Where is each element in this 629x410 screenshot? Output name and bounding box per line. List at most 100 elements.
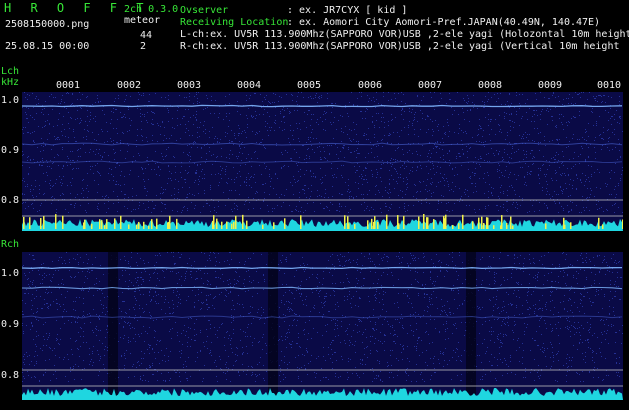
meteor-spike — [148, 225, 150, 229]
meteor-spike — [622, 219, 623, 229]
meteor-label: meteor — [124, 15, 161, 26]
meteor-spike — [101, 220, 103, 229]
meteor-spike — [427, 217, 429, 229]
lch-y-label-1.0: 1.0 — [1, 95, 20, 106]
meteor-spike — [386, 214, 388, 229]
time-label: 0002 — [117, 80, 142, 91]
meteor-spike — [423, 214, 425, 229]
time-label: 0009 — [538, 80, 563, 91]
filename-label: 2508150000.png — [5, 19, 90, 30]
observer-value: : ex. JR7CYX [ kid ] — [287, 5, 408, 16]
meteor-spike — [493, 225, 495, 229]
meteor-spike — [156, 218, 158, 229]
time-label: 0007 — [418, 80, 443, 91]
meteor-spike — [43, 216, 45, 229]
meteor-spike — [62, 215, 64, 229]
meteor-spike — [167, 222, 169, 229]
meteor-spike — [114, 218, 116, 229]
meteor-spike — [418, 216, 420, 229]
rch-y-label-0.9: 0.9 — [1, 319, 20, 330]
meteor-spike — [233, 222, 235, 229]
carrier-trace — [22, 266, 623, 270]
meteor-spike — [602, 224, 604, 229]
meteor-spike — [284, 218, 286, 229]
meteor-spike — [506, 222, 508, 229]
meteor-spike — [246, 220, 248, 229]
meteor-spike — [354, 224, 356, 229]
meteor-spike — [176, 218, 178, 229]
meteor-spike — [478, 217, 480, 229]
meteor-spike — [458, 223, 460, 229]
meteor-spike — [487, 217, 489, 229]
time-label: 0006 — [358, 80, 383, 91]
meteor-spike — [226, 221, 228, 229]
meteor-spike — [151, 219, 153, 229]
meteor-spike — [483, 223, 485, 229]
lch-y-label-0.8: 0.8 — [1, 195, 20, 206]
meteor-spike — [143, 221, 145, 229]
meteor-spike — [29, 217, 31, 229]
time-label: 0001 — [56, 80, 81, 91]
rch-spectrogram-canvas — [22, 252, 623, 400]
meteor-spike — [212, 220, 214, 229]
rch-info: R-ch:ex. UV5R 113.900Mhz(SAPPORO VOR)USB… — [180, 41, 620, 52]
meteor-spike — [231, 223, 233, 229]
datetime-label: 25.08.15 00:00 — [5, 41, 90, 52]
meteor-spike — [510, 220, 512, 229]
meteor-spike — [472, 221, 474, 229]
location-value: : ex. Aomori City Aomori-Pref.JAPAN(40.4… — [287, 17, 601, 28]
location-label: Receiving Location — [180, 17, 289, 28]
rch-y-label-1.0: 1.0 — [1, 268, 20, 279]
signal-gap — [466, 252, 476, 400]
meteor-spike — [120, 215, 122, 229]
meteor-spike — [136, 224, 138, 229]
meteor-spike — [91, 223, 93, 229]
observer-label: Ovserver — [180, 5, 229, 16]
meteor-spike — [169, 215, 171, 229]
rch-spectrogram — [22, 252, 623, 400]
meteor-spike — [99, 219, 101, 229]
signal-gap — [268, 252, 278, 400]
meteor-spike — [106, 219, 108, 229]
meteor-spike — [138, 221, 140, 229]
meteor-spike — [273, 222, 275, 229]
meteor-spike — [84, 219, 86, 229]
meteor-spike — [398, 223, 400, 229]
signal-gap — [108, 252, 118, 400]
lch-unit: kHz — [1, 77, 20, 88]
meteor-spike — [300, 215, 302, 229]
time-label: 0008 — [478, 80, 503, 91]
meteor-spike — [570, 222, 572, 229]
meteor-spike — [348, 223, 350, 229]
meteor-spike — [242, 214, 244, 229]
meteor-spike — [262, 224, 264, 229]
meteor-spike — [235, 215, 237, 229]
time-label: 0003 — [177, 80, 202, 91]
meteor-spike — [512, 225, 514, 229]
lch-spectrogram — [22, 92, 623, 231]
meteor-spike — [216, 218, 218, 229]
lch-info: L-ch:ex. UV5R 113.900Mhz(SAPPORO VOR)USB… — [180, 29, 629, 40]
lch-y-label-0.9: 0.9 — [1, 145, 20, 156]
meteor-spike — [23, 216, 25, 229]
meteor-spike — [374, 216, 376, 229]
meteor-spike — [55, 214, 57, 229]
lch-spectrogram-canvas — [22, 92, 623, 231]
meteor-spike — [433, 219, 435, 229]
meteor-spike — [344, 215, 346, 229]
rch-y-label-0.8: 0.8 — [1, 370, 20, 381]
meteor-spike — [545, 223, 547, 229]
meteor-spike — [104, 225, 106, 229]
meteor-spike — [371, 218, 373, 229]
rch-meteor-count: 2 — [140, 41, 147, 52]
meteor-spike — [221, 221, 223, 229]
meteor-spike — [598, 217, 600, 229]
time-label: 0010 — [597, 80, 622, 91]
meteor-spike — [40, 218, 42, 229]
meteor-spike — [367, 220, 369, 229]
time-label: 0005 — [297, 80, 322, 91]
meteor-spike — [462, 214, 464, 229]
meteor-spike — [564, 224, 566, 229]
meteor-spike — [128, 224, 130, 229]
meteor-spike — [481, 216, 483, 229]
